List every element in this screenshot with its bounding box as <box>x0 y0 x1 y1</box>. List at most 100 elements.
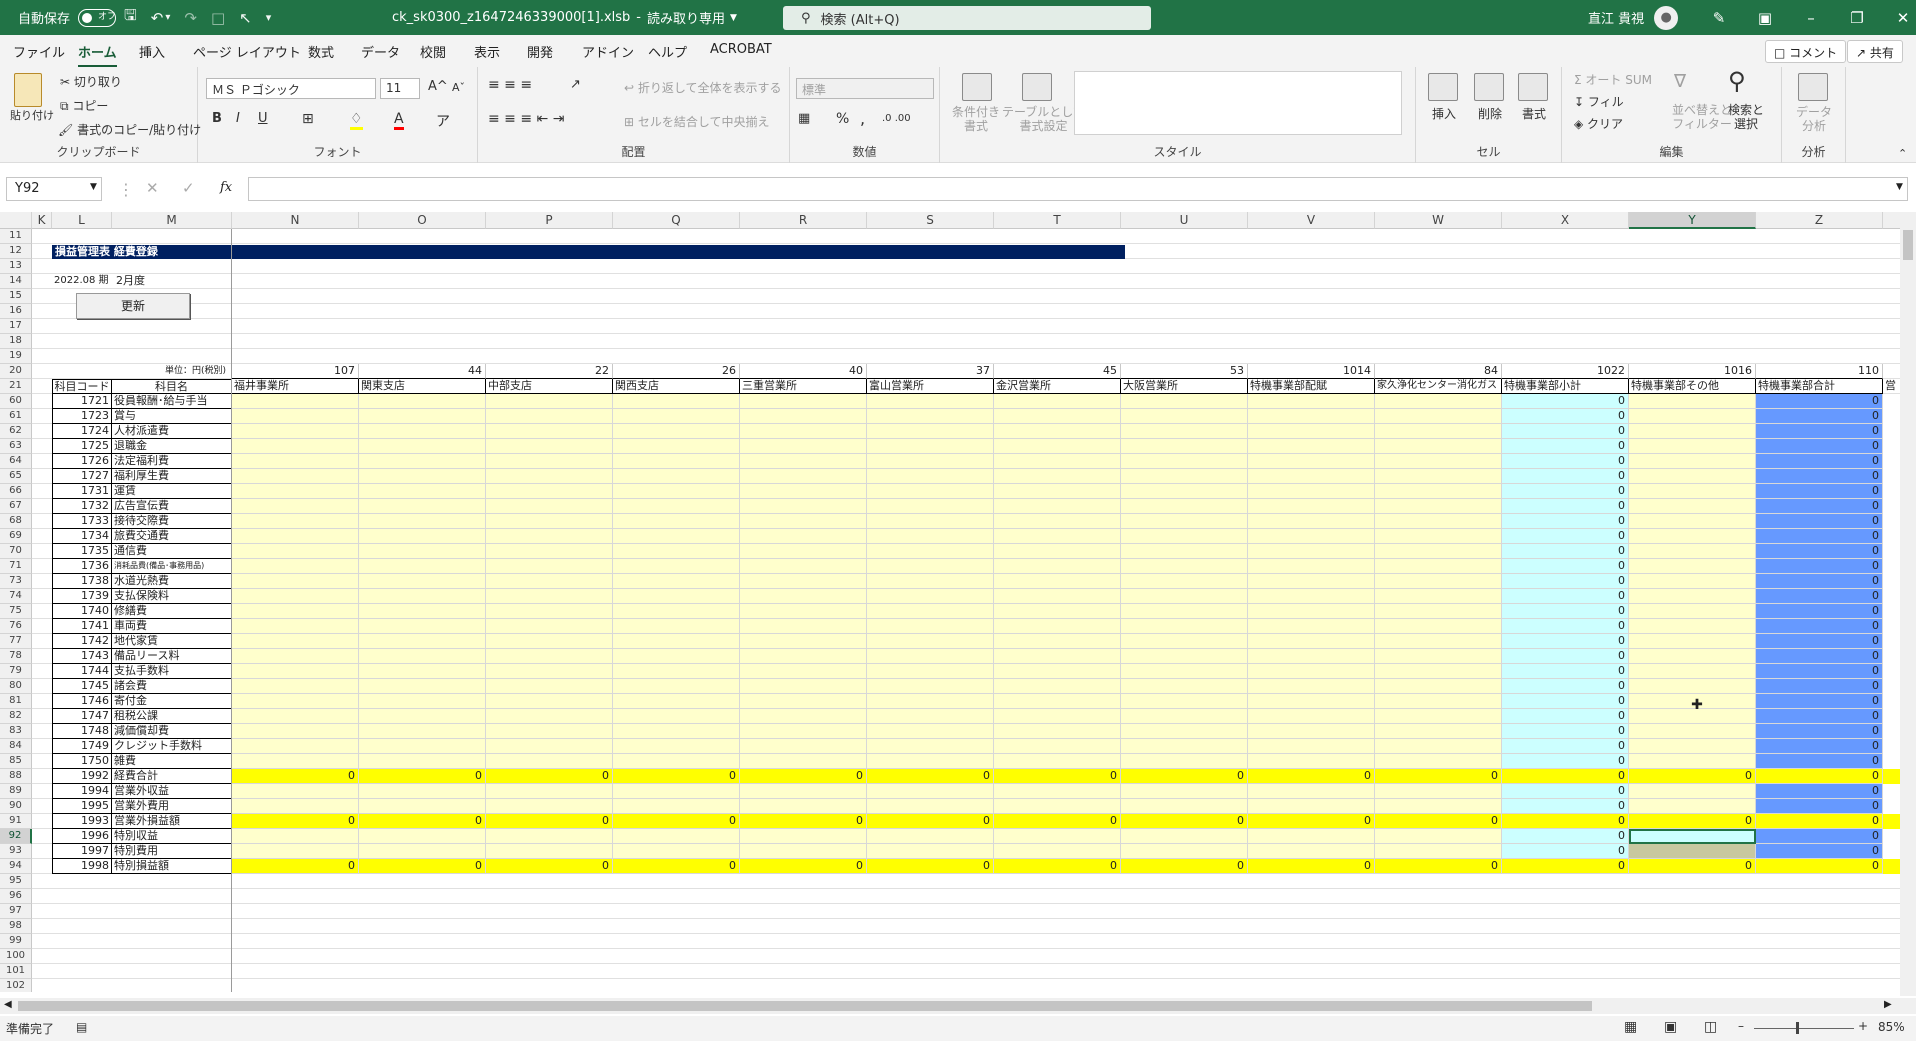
row-header-66[interactable]: 66 <box>0 484 32 499</box>
amount-cell[interactable]: 0 <box>1375 814 1502 829</box>
item-name-cell[interactable]: 水道光熱費 <box>112 574 232 589</box>
amount-cell[interactable] <box>740 679 867 694</box>
amount-cell[interactable]: 0 <box>1756 844 1883 859</box>
insert-button[interactable]: 挿入 <box>1432 105 1456 122</box>
amount-cell[interactable] <box>232 484 359 499</box>
save-icon[interactable]: 🖫 <box>124 5 137 30</box>
amount-cell[interactable] <box>1121 559 1248 574</box>
amount-cell[interactable] <box>232 529 359 544</box>
amount-cell[interactable] <box>1375 784 1502 799</box>
row-header-76[interactable]: 76 <box>0 619 32 634</box>
amount-cell[interactable] <box>359 559 486 574</box>
row-header-94[interactable]: 94 <box>0 859 32 874</box>
amount-cell[interactable] <box>486 634 613 649</box>
amount-cell[interactable]: 0 <box>1756 679 1883 694</box>
amount-cell[interactable] <box>994 679 1121 694</box>
amount-cell[interactable] <box>1375 454 1502 469</box>
amount-cell[interactable]: 0 <box>1756 859 1883 874</box>
amount-cell[interactable] <box>740 664 867 679</box>
amount-cell[interactable] <box>1629 514 1756 529</box>
amount-cell[interactable] <box>613 439 740 454</box>
amount-cell[interactable] <box>613 514 740 529</box>
tab-developer[interactable]: 開発 <box>527 42 553 61</box>
amount-cell[interactable] <box>232 544 359 559</box>
item-name-cell[interactable]: 支払手数料 <box>112 664 232 679</box>
conditional-format-icon[interactable] <box>962 73 992 101</box>
code-cell[interactable]: 1735 <box>52 544 112 559</box>
amount-cell[interactable]: 0 <box>1756 724 1883 739</box>
amount-cell[interactable] <box>1629 394 1756 409</box>
amount-cell[interactable] <box>1375 574 1502 589</box>
row-header-11[interactable]: 11 <box>0 229 32 244</box>
scroll-left-icon[interactable]: ◀ <box>4 999 12 1010</box>
amount-cell[interactable] <box>359 514 486 529</box>
amount-cell[interactable] <box>740 454 867 469</box>
amount-cell[interactable] <box>1248 454 1375 469</box>
amount-cell[interactable] <box>613 409 740 424</box>
amount-cell[interactable] <box>740 394 867 409</box>
amount-cell[interactable] <box>232 454 359 469</box>
amount-cell[interactable]: 0 <box>994 769 1121 784</box>
row-header-65[interactable]: 65 <box>0 469 32 484</box>
column-header-r[interactable]: R <box>740 212 867 229</box>
amount-cell[interactable] <box>613 709 740 724</box>
amount-cell[interactable] <box>486 469 613 484</box>
customize-qat-icon[interactable]: ▾ <box>266 11 272 24</box>
amount-cell[interactable] <box>613 829 740 844</box>
item-name-cell[interactable]: 賞与 <box>112 409 232 424</box>
amount-cell[interactable] <box>1375 394 1502 409</box>
amount-cell[interactable] <box>1375 559 1502 574</box>
amount-cell[interactable]: 0 <box>1502 844 1629 859</box>
amount-cell[interactable] <box>359 649 486 664</box>
code-cell[interactable]: 1736 <box>52 559 112 574</box>
amount-cell[interactable] <box>1629 589 1756 604</box>
row-header-75[interactable]: 75 <box>0 604 32 619</box>
read-only-mode[interactable]: 読み取り専用 <box>647 8 725 27</box>
amount-cell[interactable] <box>1375 619 1502 634</box>
tab-help[interactable]: ヘルプ <box>648 42 687 61</box>
amount-cell[interactable]: 0 <box>1756 604 1883 619</box>
amount-cell[interactable] <box>359 484 486 499</box>
amount-cell[interactable] <box>1375 829 1502 844</box>
amount-cell[interactable] <box>486 409 613 424</box>
code-cell[interactable]: 1731 <box>52 484 112 499</box>
amount-cell[interactable] <box>232 439 359 454</box>
amount-cell[interactable] <box>994 649 1121 664</box>
align-left-icon[interactable]: ≡ ≡ ≡ ⇤ ⇥ <box>488 111 564 127</box>
amount-cell[interactable] <box>740 754 867 769</box>
amount-cell[interactable] <box>1629 529 1756 544</box>
undo-dropdown-icon[interactable]: ▾ <box>165 12 170 23</box>
decimal-icon[interactable]: .0 .00 <box>882 113 911 124</box>
amount-cell[interactable]: 0 <box>232 769 359 784</box>
amount-cell[interactable] <box>232 514 359 529</box>
amount-cell[interactable] <box>486 694 613 709</box>
row-header-85[interactable]: 85 <box>0 754 32 769</box>
amount-cell[interactable] <box>994 619 1121 634</box>
enter-icon[interactable]: ✓ <box>182 179 195 197</box>
amount-cell[interactable] <box>359 394 486 409</box>
amount-cell[interactable] <box>359 424 486 439</box>
amount-cell[interactable]: 0 <box>1502 694 1629 709</box>
chevron-down-icon[interactable]: ▼ <box>730 13 737 23</box>
amount-cell[interactable]: 0 <box>1502 724 1629 739</box>
amount-cell[interactable] <box>232 829 359 844</box>
item-name-cell[interactable]: 備品リース料 <box>112 649 232 664</box>
amount-cell[interactable] <box>1248 499 1375 514</box>
amount-cell[interactable] <box>359 829 486 844</box>
amount-cell[interactable] <box>994 544 1121 559</box>
amount-cell[interactable] <box>867 544 994 559</box>
amount-cell[interactable] <box>1375 604 1502 619</box>
amount-cell[interactable]: 0 <box>1756 634 1883 649</box>
amount-cell[interactable] <box>232 784 359 799</box>
amount-cell[interactable] <box>1375 589 1502 604</box>
amount-cell[interactable] <box>867 499 994 514</box>
amount-cell[interactable]: 0 <box>1756 439 1883 454</box>
row-header-96[interactable]: 96 <box>0 889 32 904</box>
amount-cell[interactable] <box>613 559 740 574</box>
amount-cell[interactable]: 0 <box>1629 814 1756 829</box>
box-icon[interactable]: □ <box>211 9 225 27</box>
code-cell[interactable]: 1749 <box>52 739 112 754</box>
amount-cell[interactable]: 0 <box>1756 739 1883 754</box>
amount-cell[interactable]: 0 <box>1502 544 1629 559</box>
amount-cell[interactable] <box>486 844 613 859</box>
